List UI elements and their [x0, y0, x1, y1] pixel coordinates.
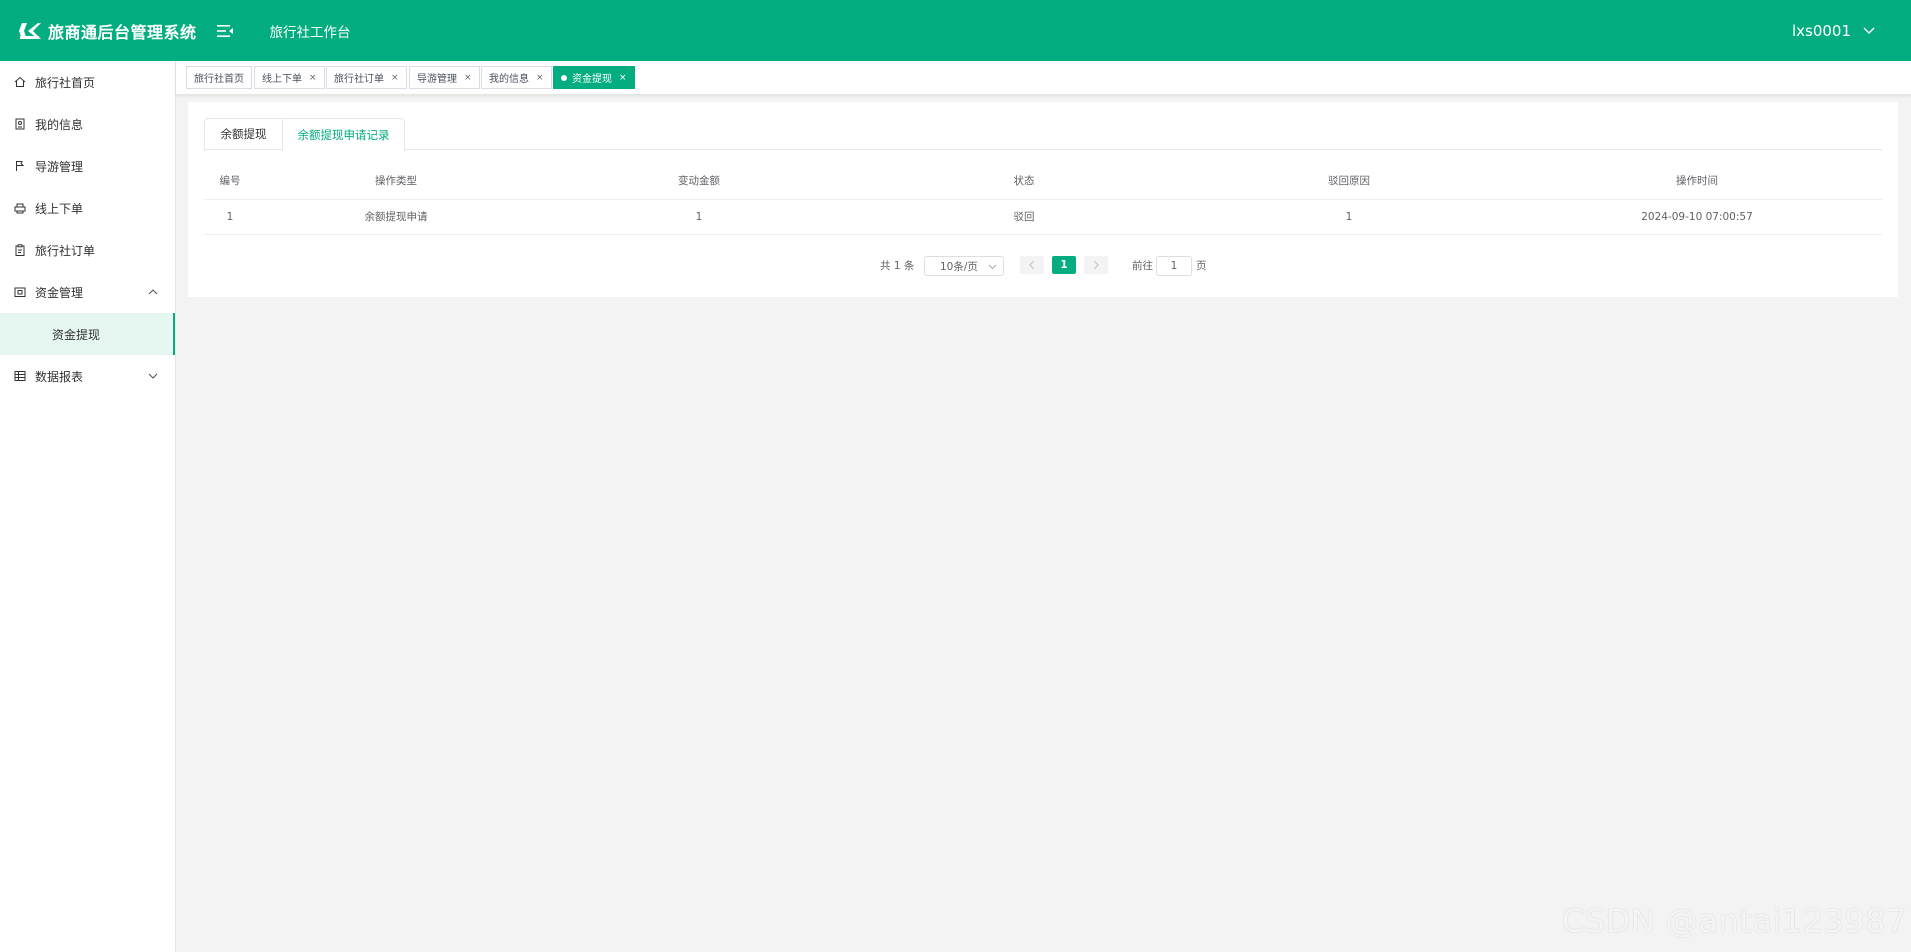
cell-operation-time: 2024-09-10 07:00:57 — [1512, 199, 1882, 235]
page-size-select[interactable]: 10条/页 — [924, 256, 1004, 276]
username: lxs0001 — [1791, 21, 1851, 40]
brand-logo-icon — [18, 20, 42, 42]
sidebar-subitem-label: 资金提现 — [52, 327, 101, 342]
column-header-status: 状态 — [862, 163, 1186, 200]
chevron-up-icon — [147, 286, 159, 298]
sidebar-item-label: 线上下单 — [35, 201, 84, 216]
cell-amount: 1 — [536, 199, 862, 235]
brand-name: 旅商通后台管理系统 — [48, 22, 197, 42]
column-header-reject-reason: 驳回原因 — [1186, 163, 1512, 200]
sidebar-item-label: 导游管理 — [35, 159, 84, 174]
tags-view-bar: 旅行社首页 线上下单 × 旅行社订单 × 导游管理 × 我的信息 × 资金提现 … — [176, 61, 1911, 95]
chevron-down-icon — [1863, 27, 1875, 35]
cell-id: 1 — [204, 199, 256, 235]
tag-label: 线上下单 — [262, 74, 302, 85]
profile-icon — [14, 118, 26, 130]
tag-label: 导游管理 — [417, 74, 457, 85]
table-row: 1 余额提现申请 1 驳回 1 2024-09-10 07:00:57 — [204, 199, 1882, 235]
main-card: 余额提现 余额提现申请记录 编号 操作类型 变动金额 状态 驳回原因 操作时间 … — [188, 102, 1898, 297]
sidebar-item-agency-home[interactable]: 旅行社首页 — [0, 61, 175, 103]
column-header-amount: 变动金额 — [536, 163, 862, 200]
tag-my-info[interactable]: 我的信息 × — [481, 66, 552, 89]
chevron-down-icon — [147, 370, 159, 382]
sidebar-item-label: 数据报表 — [35, 369, 84, 384]
tag-agency-orders[interactable]: 旅行社订单 × — [326, 66, 407, 89]
tag-label: 旅行社首页 — [194, 74, 244, 85]
table-header-row: 编号 操作类型 变动金额 状态 驳回原因 操作时间 — [204, 163, 1882, 200]
printer-icon — [14, 202, 26, 214]
workspace-title: 旅行社工作台 — [269, 24, 351, 41]
column-header-operation-time: 操作时间 — [1512, 163, 1882, 200]
sidebar-item-my-info[interactable]: 我的信息 — [0, 103, 175, 145]
home-icon — [14, 76, 26, 88]
goto-page-input[interactable] — [1156, 256, 1192, 276]
cell-status: 驳回 — [862, 199, 1186, 235]
chevron-down-icon — [988, 262, 997, 274]
tag-guide-management[interactable]: 导游管理 × — [409, 66, 480, 89]
sidebar-item-data-report[interactable]: 数据报表 — [0, 355, 175, 397]
column-header-id: 编号 — [204, 163, 256, 200]
tab-withdraw-records[interactable]: 余额提现申请记录 — [282, 118, 405, 151]
pagination-total: 共 1 条 — [880, 260, 915, 272]
sidebar-item-guide-management[interactable]: 导游管理 — [0, 145, 175, 187]
sidebar-subitem-fund-withdraw[interactable]: 资金提现 — [0, 313, 175, 355]
page-size-value: 10条/页 — [940, 260, 978, 273]
tab-balance-withdraw[interactable]: 余额提现 — [204, 118, 283, 150]
user-menu[interactable]: lxs0001 — [1792, 0, 1875, 61]
tag-label: 资金提现 — [572, 74, 612, 85]
close-icon[interactable]: × — [391, 73, 399, 83]
sidebar-item-online-order[interactable]: 线上下单 — [0, 187, 175, 229]
sidebar-item-label: 我的信息 — [35, 117, 84, 132]
sidebar-item-label: 旅行社首页 — [35, 75, 96, 90]
active-dot-icon — [561, 74, 567, 81]
menu-toggle-icon[interactable] — [216, 23, 235, 39]
wallet-icon — [14, 286, 26, 298]
cell-operation-type: 余额提现申请 — [256, 199, 536, 235]
pagination: 共 1 条 10条/页 1 前往 页 — [188, 254, 1898, 276]
close-icon[interactable]: × — [536, 73, 544, 83]
page-number-current[interactable]: 1 — [1052, 256, 1076, 274]
next-page-button[interactable] — [1084, 256, 1108, 274]
flag-icon — [14, 160, 26, 172]
tag-label: 旅行社订单 — [334, 74, 384, 85]
page-unit-label: 页 — [1196, 260, 1207, 272]
tag-online-order[interactable]: 线上下单 × — [254, 66, 325, 89]
withdraw-records-table: 编号 操作类型 变动金额 状态 驳回原因 操作时间 1 余额提现申请 1 驳回 … — [204, 163, 1882, 235]
watermark: CSDN @antai123987 — [1562, 902, 1907, 940]
sidebar-item-label: 资金管理 — [35, 285, 84, 300]
close-icon[interactable]: × — [619, 73, 627, 83]
sidebar-item-agency-orders[interactable]: 旅行社订单 — [0, 229, 175, 271]
prev-page-button[interactable] — [1020, 256, 1044, 274]
sidebar: 旅行社首页 我的信息 导游管理 线上下单 旅行社订单 资金管理 资金提现 数据报… — [0, 61, 176, 952]
table-icon — [14, 370, 26, 382]
chevron-right-icon — [1093, 260, 1099, 270]
close-icon[interactable]: × — [464, 73, 472, 83]
chevron-left-icon — [1029, 260, 1035, 270]
cell-reject-reason: 1 — [1186, 199, 1512, 235]
sidebar-item-fund-management[interactable]: 资金管理 — [0, 271, 175, 313]
tag-fund-withdraw[interactable]: 资金提现 × — [553, 66, 635, 89]
tab-bar: 余额提现 余额提现申请记录 — [204, 118, 1882, 151]
tag-label: 我的信息 — [489, 74, 529, 85]
column-header-operation-type: 操作类型 — [256, 163, 536, 200]
goto-label: 前往 — [1132, 260, 1153, 272]
tag-agency-home[interactable]: 旅行社首页 — [186, 66, 252, 89]
sidebar-item-label: 旅行社订单 — [35, 243, 96, 258]
close-icon[interactable]: × — [309, 73, 317, 83]
clipboard-icon — [14, 244, 26, 256]
top-header: 旅商通后台管理系统 旅行社工作台 lxs0001 — [0, 0, 1911, 61]
logo: 旅商通后台管理系统 — [18, 19, 197, 43]
